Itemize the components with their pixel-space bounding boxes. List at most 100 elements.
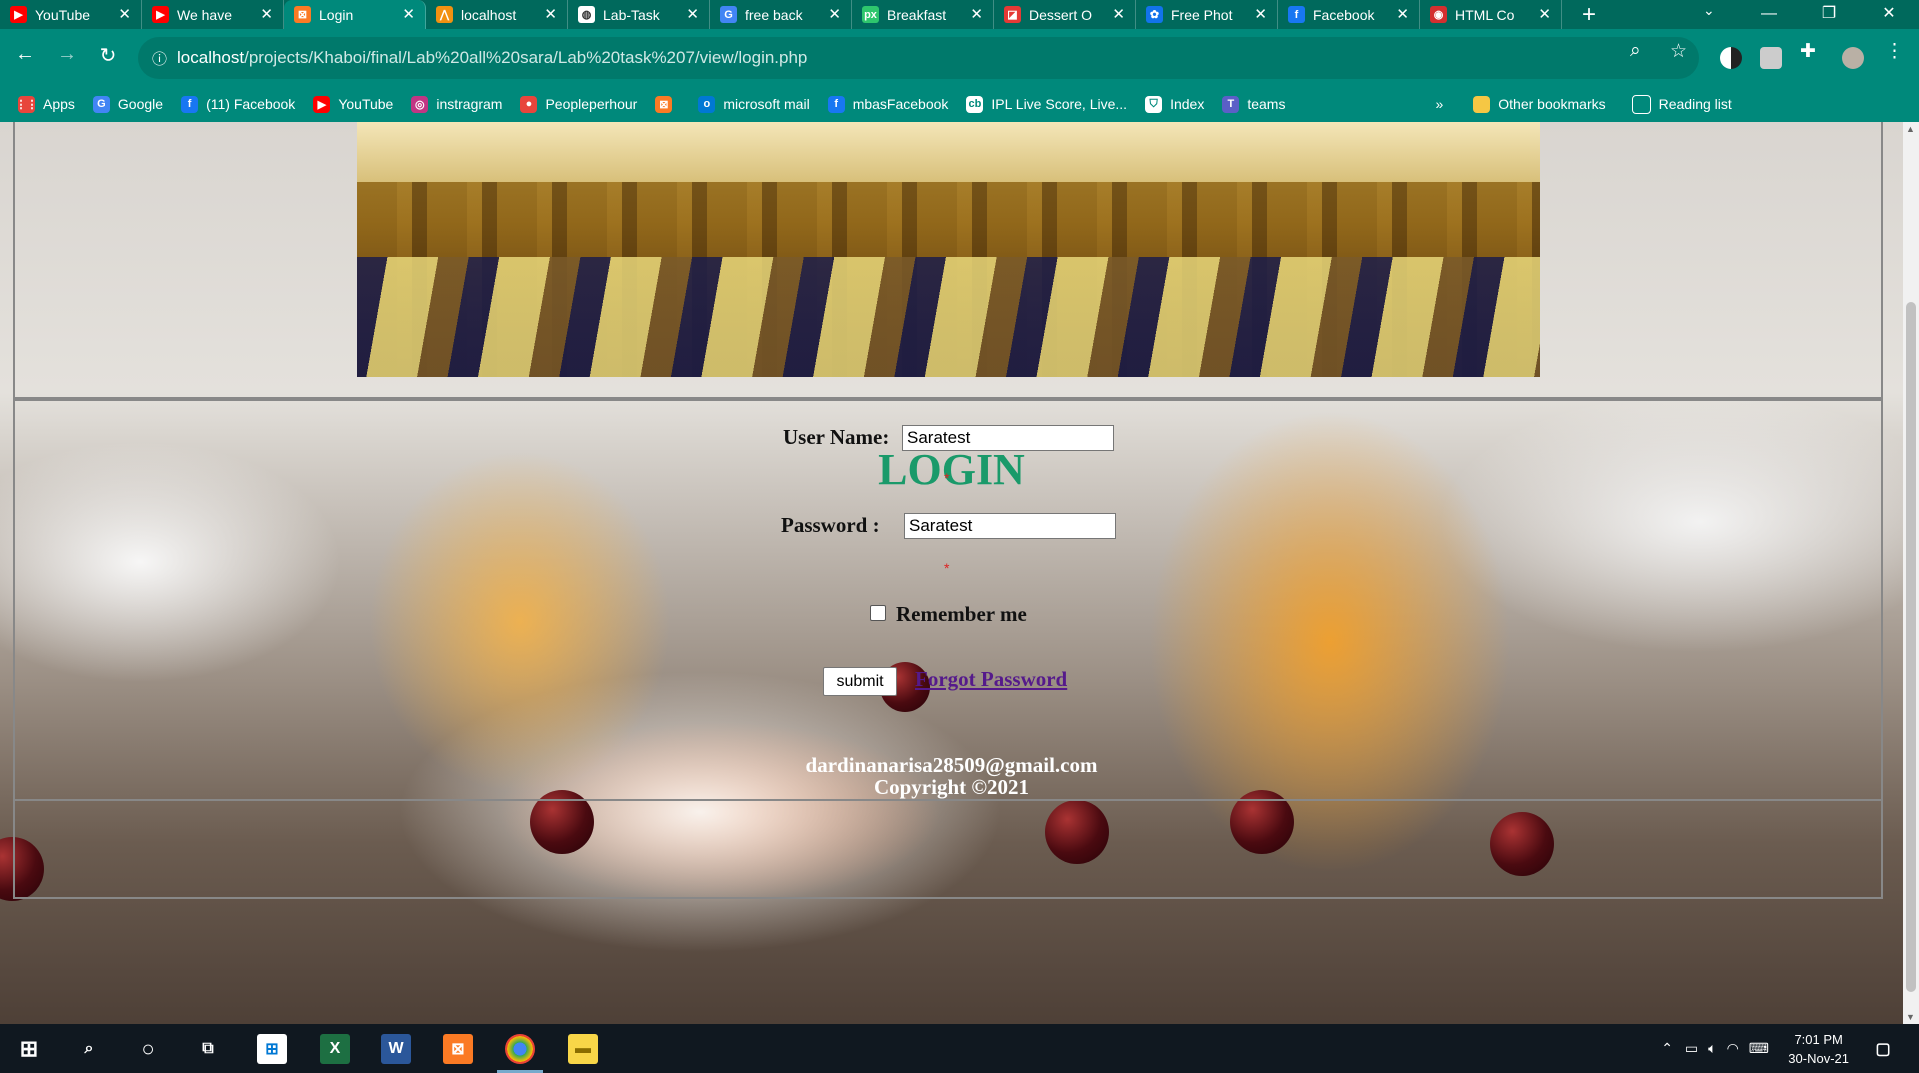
close-window-icon[interactable]: ✕ (1859, 0, 1919, 29)
volume-icon[interactable]: 🔈︎ (1708, 1040, 1716, 1057)
close-tab-icon[interactable]: ✕ (1396, 5, 1409, 23)
clock[interactable]: 7:01 PM 30-Nov-21 (1788, 1030, 1849, 1068)
tab-label: Facebook (1313, 6, 1375, 23)
forward-arrow-icon[interactable]: → (54, 43, 80, 66)
tab-label: YouTube (35, 6, 91, 23)
bookmark-item[interactable]: o microsoft mail (698, 95, 810, 113)
scroll-up-icon[interactable]: ▲ (1906, 124, 1915, 134)
microsoft-store-icon[interactable]: ⊞ (257, 1034, 287, 1064)
bookmark-item[interactable]: ▶ YouTube (313, 95, 393, 113)
bookmark-label: instragram (436, 96, 503, 112)
extensions-puzzle-icon[interactable]: ✚ (1800, 40, 1816, 63)
bookmark-star-icon[interactable]: ☆ (1670, 40, 1687, 63)
wifi-icon[interactable]: ◠ (1727, 1040, 1739, 1057)
minimize-icon[interactable]: — (1739, 0, 1799, 29)
username-input[interactable] (902, 425, 1114, 451)
browser-tab[interactable]: ◪ Dessert O ✕ (994, 0, 1136, 29)
close-tab-icon[interactable]: ✕ (1538, 5, 1551, 23)
page-scrollbar[interactable]: ▲ ▼ (1903, 122, 1919, 1024)
xampp-icon: ⊠ (655, 95, 673, 113)
bookmark-item[interactable]: f mbasFacebook (827, 95, 948, 113)
notifications-icon[interactable]: ▢ (1868, 1034, 1898, 1064)
scroll-down-icon[interactable]: ▼ (1906, 1012, 1915, 1022)
pixabay-icon: px (862, 6, 879, 23)
instagram-icon: ◎ (411, 95, 429, 113)
close-tab-icon[interactable]: ✕ (1112, 5, 1125, 23)
bookmark-label: Google (117, 96, 164, 112)
youtube-icon: ▶ (152, 6, 169, 23)
browser-tab[interactable]: ⋀ localhost ✕ (426, 0, 568, 29)
facebook-icon: f (827, 95, 845, 113)
bookmark-item[interactable]: ⋮⋮ Apps (16, 95, 75, 113)
close-tab-icon[interactable]: ✕ (970, 5, 983, 23)
dark-reader-extension-icon[interactable] (1720, 47, 1742, 69)
search-icon[interactable]: ⌕ (74, 1034, 104, 1064)
close-tab-icon[interactable]: ✕ (686, 5, 699, 23)
tray-expand-icon[interactable]: ⌃ (1661, 1040, 1673, 1057)
browser-tab[interactable]: ▶ YouTube ✕ (0, 0, 142, 29)
reload-icon[interactable]: ↻ (95, 43, 121, 68)
windows-start-icon[interactable]: ⊞ (14, 1034, 44, 1064)
word-icon[interactable]: W (381, 1034, 411, 1064)
windows-taskbar: ⊞ ⌕ ○ ⧉ ⊞ X W ⊠ ▬ ⌃ ▭ 🔈︎ ◠ ⌨ 7:01 PM 30-… (0, 1024, 1919, 1073)
close-tab-icon[interactable]: ✕ (118, 5, 131, 23)
bookmark-item[interactable]: ⊠ (655, 95, 680, 113)
google-icon: G (92, 95, 110, 113)
chrome-icon[interactable] (505, 1034, 535, 1064)
remember-me-checkbox[interactable] (870, 605, 886, 621)
bookmark-item[interactable]: cb IPL Live Score, Live... (966, 95, 1127, 113)
browser-tab[interactable]: ▶ We have ✕ (142, 0, 284, 29)
browser-tab[interactable]: ⊠ Login ✕ (284, 0, 426, 29)
teams-icon: T (1222, 95, 1240, 113)
tab-label: Breakfast (887, 6, 947, 23)
excel-icon[interactable]: X (320, 1034, 350, 1064)
close-tab-icon[interactable]: ✕ (1254, 5, 1267, 23)
site-info-icon[interactable]: ⓘ (152, 48, 167, 69)
bookmark-item[interactable]: f (11) Facebook (181, 95, 295, 113)
close-tab-icon[interactable]: ✕ (260, 5, 273, 23)
password-input[interactable] (904, 513, 1116, 539)
extension-icon[interactable] (1760, 47, 1782, 69)
shield-icon: ⛉ (1145, 95, 1163, 113)
browser-tab[interactable]: px Breakfast ✕ (852, 0, 994, 29)
profile-avatar[interactable] (1842, 47, 1864, 69)
zoom-icon[interactable]: ⌕ (1630, 40, 1641, 62)
new-tab-icon[interactable]: + (1574, 1, 1604, 29)
browser-tab[interactable]: ✿ Free Phot ✕ (1136, 0, 1278, 29)
tab-label: Dessert O (1029, 6, 1093, 23)
submit-button[interactable]: submit (823, 667, 897, 696)
task-view-icon[interactable]: ⧉ (193, 1034, 223, 1064)
browser-menu-icon[interactable]: ⋮ (1885, 40, 1904, 63)
footer-section (13, 799, 1883, 899)
bookmark-item[interactable]: Tteams (1222, 95, 1285, 113)
maximize-icon[interactable]: ❐ (1799, 0, 1859, 29)
bookmark-label: Index (1170, 96, 1205, 112)
apps-grid-icon: ⋮⋮ (16, 95, 38, 113)
youtube-icon: ▶ (313, 95, 331, 113)
browser-tab[interactable]: ◍ Lab-Task ✕ (568, 0, 710, 29)
keyboard-icon[interactable]: ⌨ (1749, 1040, 1769, 1057)
back-arrow-icon[interactable]: ← (12, 43, 38, 66)
reading-list-label: Reading list (1658, 96, 1732, 112)
xampp-icon[interactable]: ⊠ (443, 1034, 473, 1064)
address-bar[interactable]: ⓘ localhost/projects/Khaboi/final/Lab%20… (138, 37, 1699, 79)
scrollbar-thumb[interactable] (1906, 302, 1916, 992)
bookmark-item[interactable]: ⛉ Index (1145, 95, 1205, 113)
close-tab-icon[interactable]: ✕ (544, 5, 557, 23)
browser-tab[interactable]: f Facebook ✕ (1278, 0, 1420, 29)
battery-icon[interactable]: ▭ (1685, 1040, 1698, 1057)
bookmark-item[interactable]: ◎ instragram (411, 95, 503, 113)
other-bookmarks-folder[interactable]: Other bookmarks (1473, 95, 1606, 113)
close-tab-icon[interactable]: ✕ (402, 5, 415, 23)
cortana-icon[interactable]: ○ (133, 1034, 163, 1064)
file-explorer-icon[interactable]: ▬ (568, 1034, 598, 1064)
bookmark-item[interactable]: ● Peopleperhour (520, 95, 637, 113)
browser-tab[interactable]: Gfree back ✕ (710, 0, 852, 29)
bookmark-item[interactable]: G Google (92, 95, 164, 113)
tab-search-icon[interactable]: ⌄ (1703, 2, 1715, 19)
reading-list-button[interactable]: Reading list (1631, 94, 1732, 114)
browser-tab[interactable]: ◉ HTML Co ✕ (1420, 0, 1562, 29)
more-bookmarks-button[interactable]: » (1435, 96, 1443, 112)
close-tab-icon[interactable]: ✕ (828, 5, 841, 23)
forgot-password-link[interactable]: Forgot Password (915, 667, 1067, 692)
